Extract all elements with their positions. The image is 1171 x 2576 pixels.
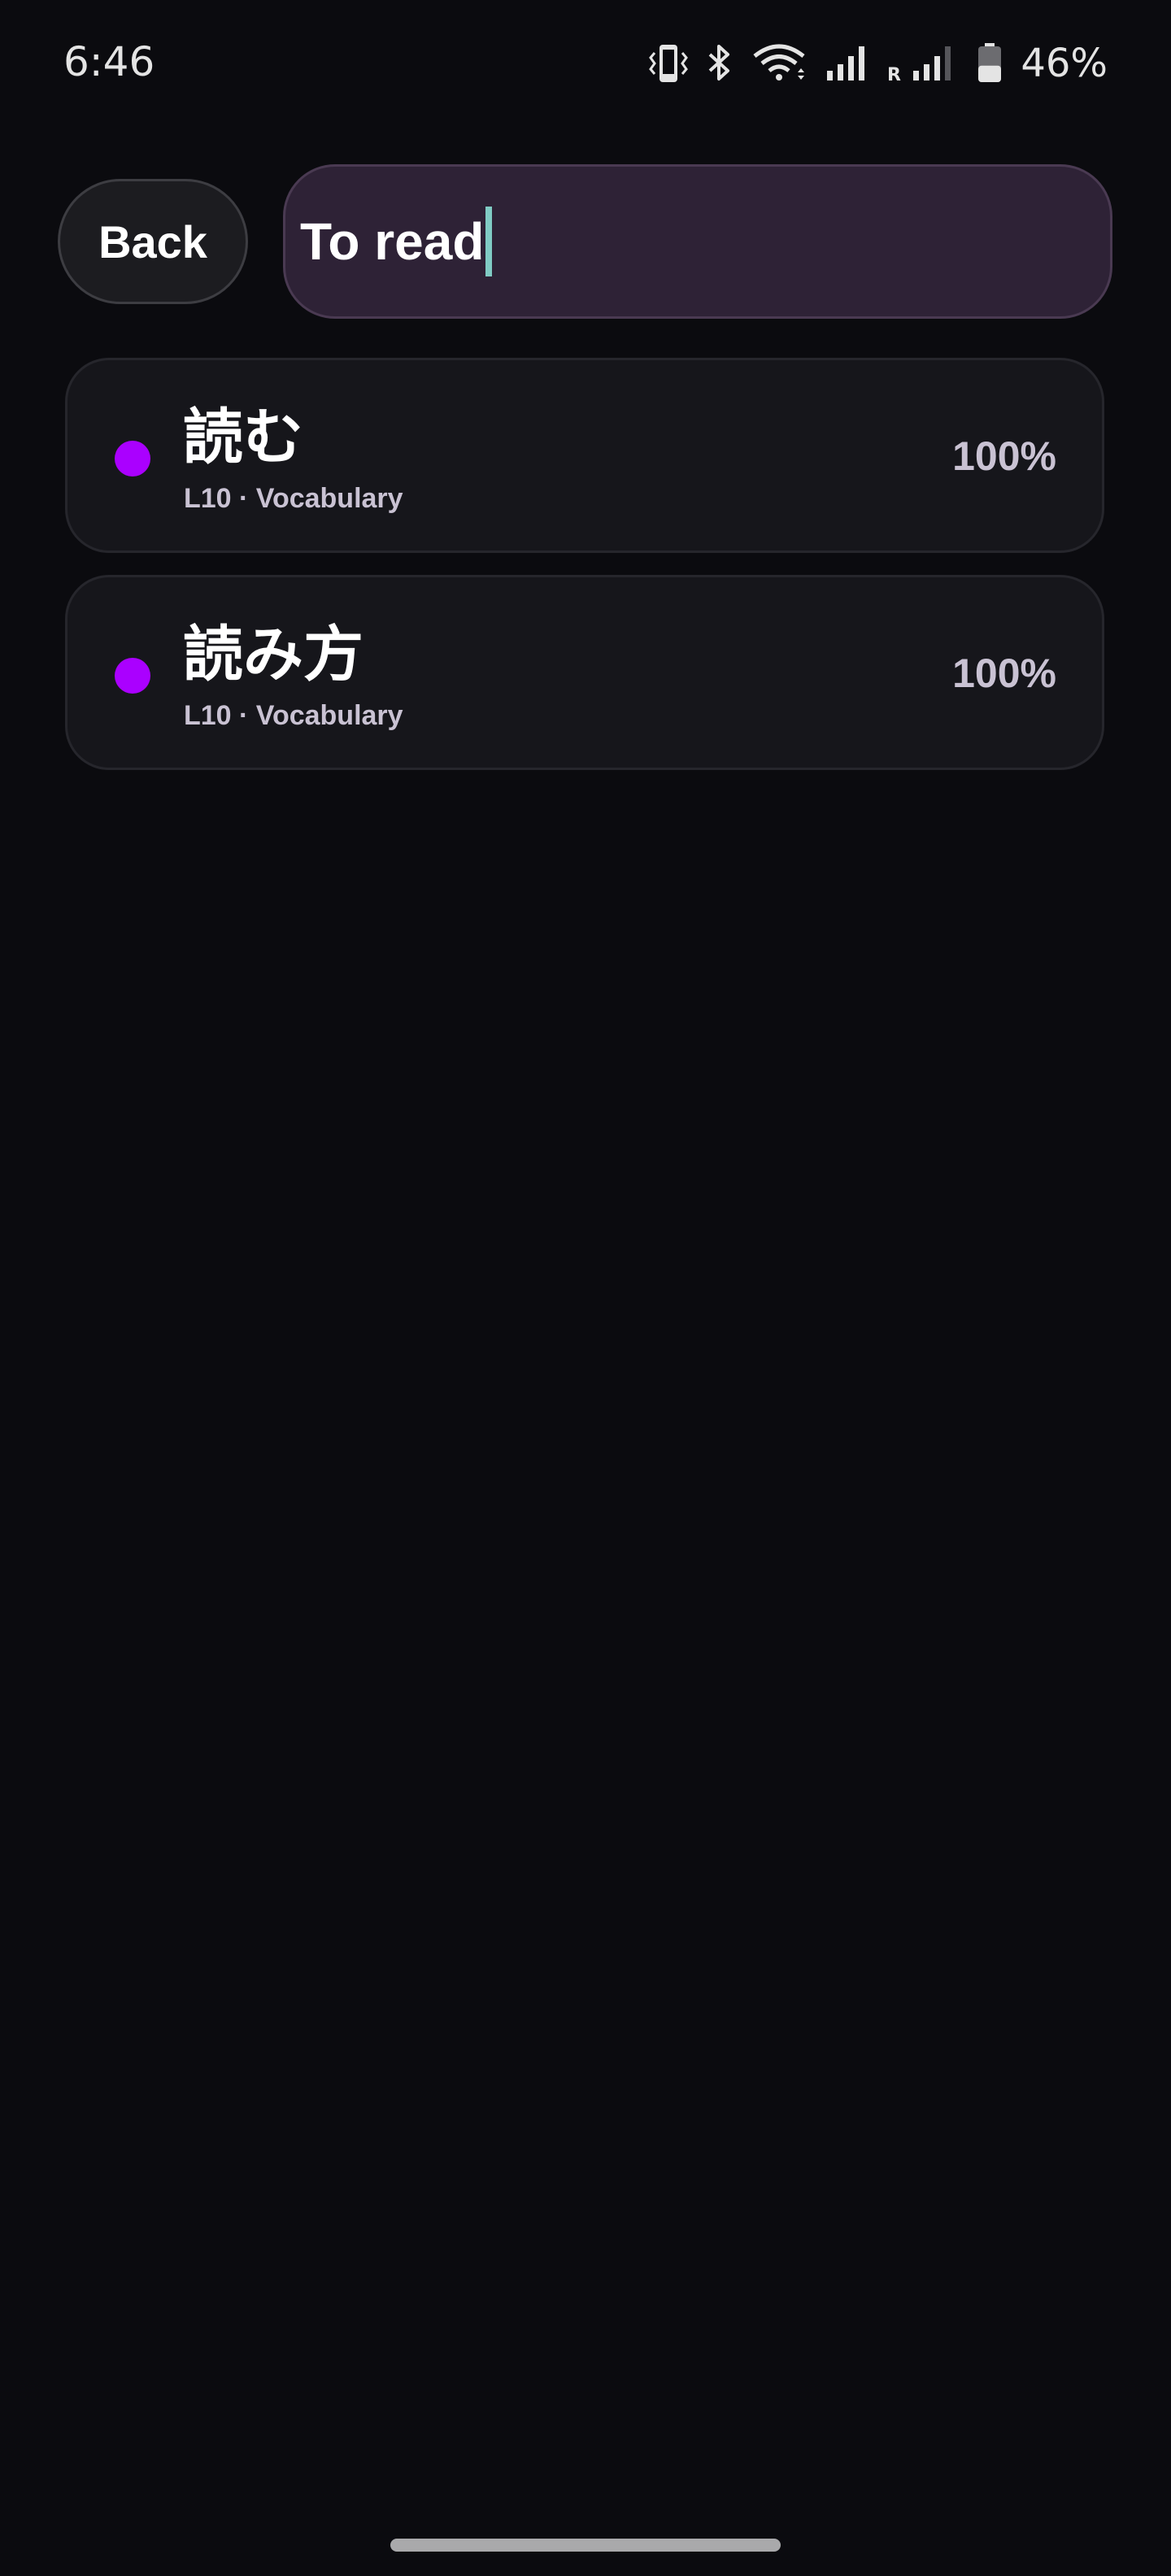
search-input[interactable]: To read <box>283 164 1112 319</box>
result-word: 読み方 <box>183 620 363 690</box>
vibrate-icon <box>648 41 689 85</box>
battery-percent: 46% <box>1021 41 1108 86</box>
list-item[interactable]: 読み方 L10 · Vocabulary 100% <box>65 575 1104 770</box>
bluetooth-icon <box>705 41 734 85</box>
roaming-label: R <box>887 65 901 85</box>
battery-icon <box>975 41 1004 85</box>
text-caret <box>485 207 493 276</box>
status-time: 6:46 <box>63 38 155 85</box>
status-icons: R 46% <box>648 39 1108 88</box>
status-bar: 6:46 R 46% <box>0 0 1171 122</box>
back-button[interactable]: Back <box>58 179 248 304</box>
roaming-signal-icon: R <box>886 41 959 85</box>
result-meta: L10 · Vocabulary <box>184 483 403 514</box>
home-indicator[interactable] <box>390 2539 781 2552</box>
status-dot-icon <box>115 658 150 694</box>
result-meta: L10 · Vocabulary <box>184 700 403 731</box>
result-percent: 100% <box>952 433 1056 479</box>
status-dot-icon <box>115 441 150 476</box>
list-item[interactable]: 読む L10 · Vocabulary 100% <box>65 358 1104 553</box>
wifi-icon <box>751 41 808 85</box>
result-word: 読む <box>183 402 303 472</box>
signal-icon <box>824 41 869 85</box>
result-percent: 100% <box>952 651 1056 696</box>
search-input-value[interactable]: To read <box>300 211 484 272</box>
result-list: 読む L10 · Vocabulary 100% 読み方 L10 · Vocab… <box>65 358 1104 792</box>
